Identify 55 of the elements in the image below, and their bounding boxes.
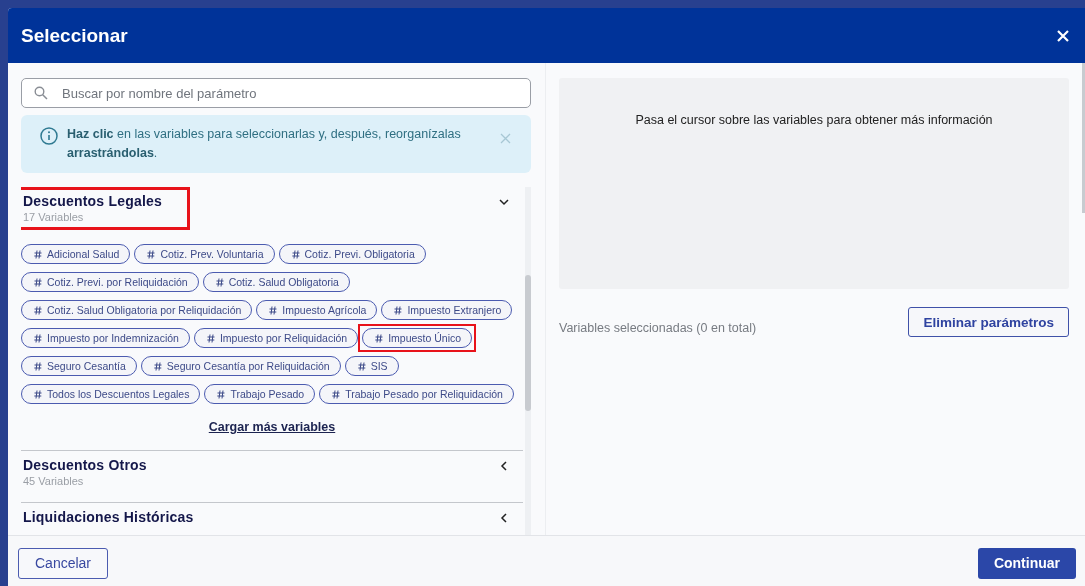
hash-icon xyxy=(34,333,42,343)
selected-count: Variables seleccionadas (0 en total) xyxy=(559,321,757,335)
chevron-left-icon[interactable] xyxy=(499,461,509,471)
group-title[interactable]: Descuentos Otros xyxy=(23,457,147,473)
variable-chip[interactable]: Cotiz. Previ. Obligatoria xyxy=(278,244,426,264)
hash-icon xyxy=(217,389,226,399)
hash-icon xyxy=(375,333,384,343)
dialog-title: Seleccionar xyxy=(21,24,128,47)
info-icon xyxy=(40,127,58,145)
variable-chip[interactable]: Trabajo Pesado por Reliquidación xyxy=(319,384,514,404)
hash-icon xyxy=(269,305,278,315)
variable-chip[interactable]: Trabajo Pesado xyxy=(204,384,316,404)
hash-icon xyxy=(34,361,42,371)
variable-chip[interactable]: Seguro Cesantía xyxy=(21,356,137,376)
variable-chip[interactable]: Cotiz. Salud Obligatoria por Reliquidación xyxy=(21,300,253,320)
hash-icon xyxy=(394,305,403,315)
hash-icon xyxy=(206,333,215,343)
variable-chip[interactable]: Todos los Descuentos Legales xyxy=(21,384,201,404)
hover-hint: Pasa el cursor sobre las variables para obtener más información xyxy=(635,113,993,129)
hash-icon xyxy=(153,361,162,371)
variable-chip[interactable]: Impuesto Único xyxy=(362,328,473,348)
info-message: Haz clic en las variables para seleccionarlas y, después, reorganízalas arrastrándolas. xyxy=(67,126,462,162)
variable-chip[interactable]: Impuesto por Reliquidación xyxy=(193,328,359,348)
hash-icon xyxy=(34,249,42,259)
close-icon xyxy=(1057,29,1069,42)
variable-chip[interactable]: Cotiz. Prev. Voluntaria xyxy=(134,244,275,264)
hash-icon xyxy=(291,249,300,259)
variable-chip[interactable]: SIS xyxy=(344,356,399,376)
hash-icon xyxy=(147,249,156,259)
search-field[interactable]: Buscar por nombre del parámetro xyxy=(21,78,531,108)
scrollbar-thumb[interactable] xyxy=(525,275,531,411)
hash-icon xyxy=(357,361,366,371)
variable-chip[interactable]: Impuesto Extranjero xyxy=(381,300,513,320)
variable-chip[interactable]: Seguro Cesantía por Reliquidación xyxy=(140,356,341,376)
variable-chip[interactable]: Adicional Salud xyxy=(21,244,131,264)
remove-parameters-button[interactable]: Eliminar parámetros xyxy=(908,307,1069,337)
variable-chip[interactable]: Impuesto Agrícola xyxy=(256,300,378,320)
group-title[interactable]: Liquidaciones Históricas xyxy=(23,509,194,525)
variable-count: 17 Variables xyxy=(23,211,85,223)
continue-button[interactable]: Continuar xyxy=(977,547,1076,579)
hash-icon xyxy=(215,277,224,287)
variable-chip[interactable]: Impuesto por Indemnización xyxy=(21,328,190,348)
variable-chip[interactable]: Cotiz. Previ. por Reliquidación xyxy=(21,272,199,292)
close-button[interactable] xyxy=(1055,27,1071,44)
variable-chip[interactable]: Cotiz. Salud Obligatoria xyxy=(202,272,350,292)
load-more-link[interactable]: Cargar más variables xyxy=(208,420,336,434)
chevron-down-icon[interactable] xyxy=(499,197,509,207)
hash-icon xyxy=(34,389,42,399)
cancel-button[interactable]: Cancelar xyxy=(18,547,109,579)
variable-count: 45 Variables xyxy=(23,475,85,487)
hash-icon xyxy=(34,305,42,315)
chevron-left-icon[interactable] xyxy=(499,513,509,523)
group-title[interactable]: Descuentos Legales xyxy=(23,193,162,209)
hash-icon xyxy=(332,389,341,399)
hash-icon xyxy=(34,277,42,287)
